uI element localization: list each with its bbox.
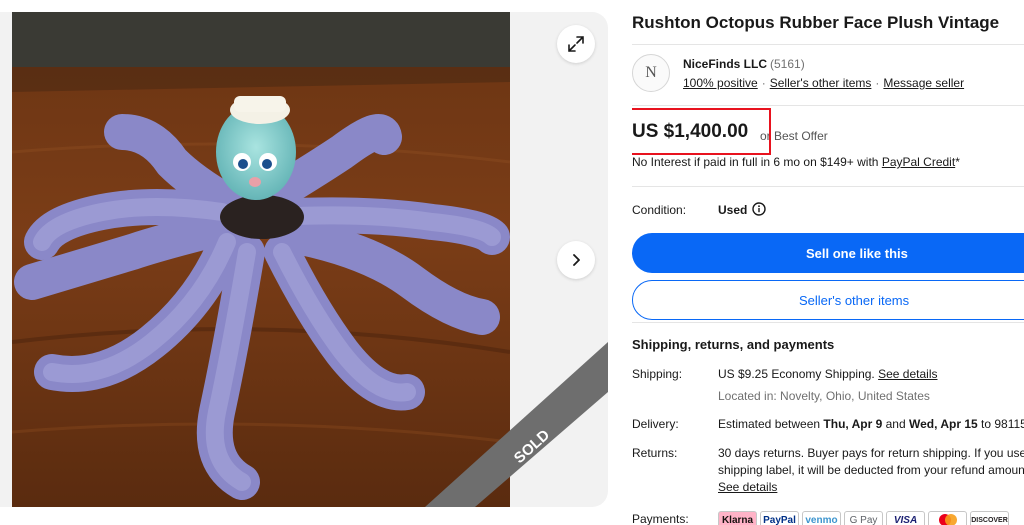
delivery-and: and xyxy=(882,417,909,431)
paypal-credit-link[interactable]: PayPal Credit xyxy=(882,155,955,169)
klarna-badge: Klarna xyxy=(718,511,757,525)
discover-badge: DISCOVER xyxy=(970,511,1009,525)
paypal-badge: PayPal xyxy=(760,511,799,525)
message-seller-link[interactable]: Message seller xyxy=(883,76,964,90)
image-gallery: SOLD xyxy=(0,12,608,507)
divider xyxy=(632,322,1024,323)
venmo-badge: venmo xyxy=(802,511,841,525)
divider xyxy=(632,186,1024,187)
product-photo[interactable] xyxy=(12,12,510,507)
visa-badge: VISA xyxy=(886,511,925,525)
sold-ribbon-text: SOLD xyxy=(511,426,553,467)
listing-details: Rushton Octopus Rubber Face Plush Vintag… xyxy=(632,0,1024,525)
shipping-label: Shipping: xyxy=(632,367,683,381)
next-image-button[interactable] xyxy=(557,241,595,279)
delivery-zip: to 98115 xyxy=(977,417,1024,431)
listing-title: Rushton Octopus Rubber Face Plush Vintag… xyxy=(632,13,1000,32)
separator-dot: · xyxy=(761,76,766,90)
seller-other-items-link[interactable]: Seller's other items xyxy=(770,76,872,90)
expand-arrows-icon xyxy=(568,36,584,52)
returns-line-1: 30 days returns. Buyer pays for return s… xyxy=(718,446,1024,460)
divider xyxy=(632,105,1024,106)
seller-avatar-letter: N xyxy=(645,64,657,81)
separator-dot: · xyxy=(875,76,880,90)
sellers-other-items-button[interactable]: Seller's other items xyxy=(632,280,1024,320)
returns-line-2: shipping label, it will be deducted from… xyxy=(718,463,1024,477)
seller-name-row: NiceFinds LLC (5161) xyxy=(683,57,805,71)
condition-value: Used xyxy=(718,203,748,217)
divider xyxy=(632,44,1024,45)
returns-label: Returns: xyxy=(632,446,678,460)
shipping-cost: US $9.25 Economy Shipping. xyxy=(718,367,875,381)
mastercard-icon xyxy=(938,514,957,525)
shipping-see-details-link[interactable]: See details xyxy=(878,367,937,381)
returns-details: See details xyxy=(718,480,777,494)
delivery-label: Delivery: xyxy=(632,417,679,431)
shipping-value: US $9.25 Economy Shipping. See details xyxy=(718,367,937,381)
delivery-prefix: Estimated between xyxy=(718,417,824,431)
returns-see-details-link[interactable]: See details xyxy=(718,480,777,494)
google-pay-badge: G Pay xyxy=(844,511,883,525)
payments-label: Payments: xyxy=(632,512,689,525)
delivery-date-start: Thu, Apr 9 xyxy=(823,417,883,431)
financing-text: No Interest if paid in full in 6 mo on $… xyxy=(632,155,960,169)
mastercard-badge xyxy=(928,511,967,525)
financing-suffix: * xyxy=(955,155,960,169)
sell-one-like-this-button[interactable]: Sell one like this xyxy=(632,233,1024,273)
delivery-value: Estimated between Thu, Apr 9 and Wed, Ap… xyxy=(718,417,1024,431)
delivery-date-end: Wed, Apr 15 xyxy=(909,417,978,431)
positive-feedback-link[interactable]: 100% positive xyxy=(683,76,758,90)
expand-image-button[interactable] xyxy=(557,25,595,63)
chevron-right-icon xyxy=(573,254,580,266)
seller-feedback-count: (5161) xyxy=(770,57,805,71)
shipping-section-heading: Shipping, returns, and payments xyxy=(632,337,835,352)
condition-label: Condition: xyxy=(632,203,687,217)
seller-avatar[interactable]: N xyxy=(632,54,670,92)
info-icon[interactable] xyxy=(752,202,766,216)
seller-links: 100% positive · Seller's other items · Messa… xyxy=(683,76,964,90)
financing-prefix: No Interest if paid in full in 6 mo on $… xyxy=(632,155,882,169)
item-location: Located in: Novelty, Ohio, United States xyxy=(718,389,930,403)
seller-name[interactable]: NiceFinds LLC xyxy=(683,57,767,71)
price-highlight-box xyxy=(632,108,771,155)
